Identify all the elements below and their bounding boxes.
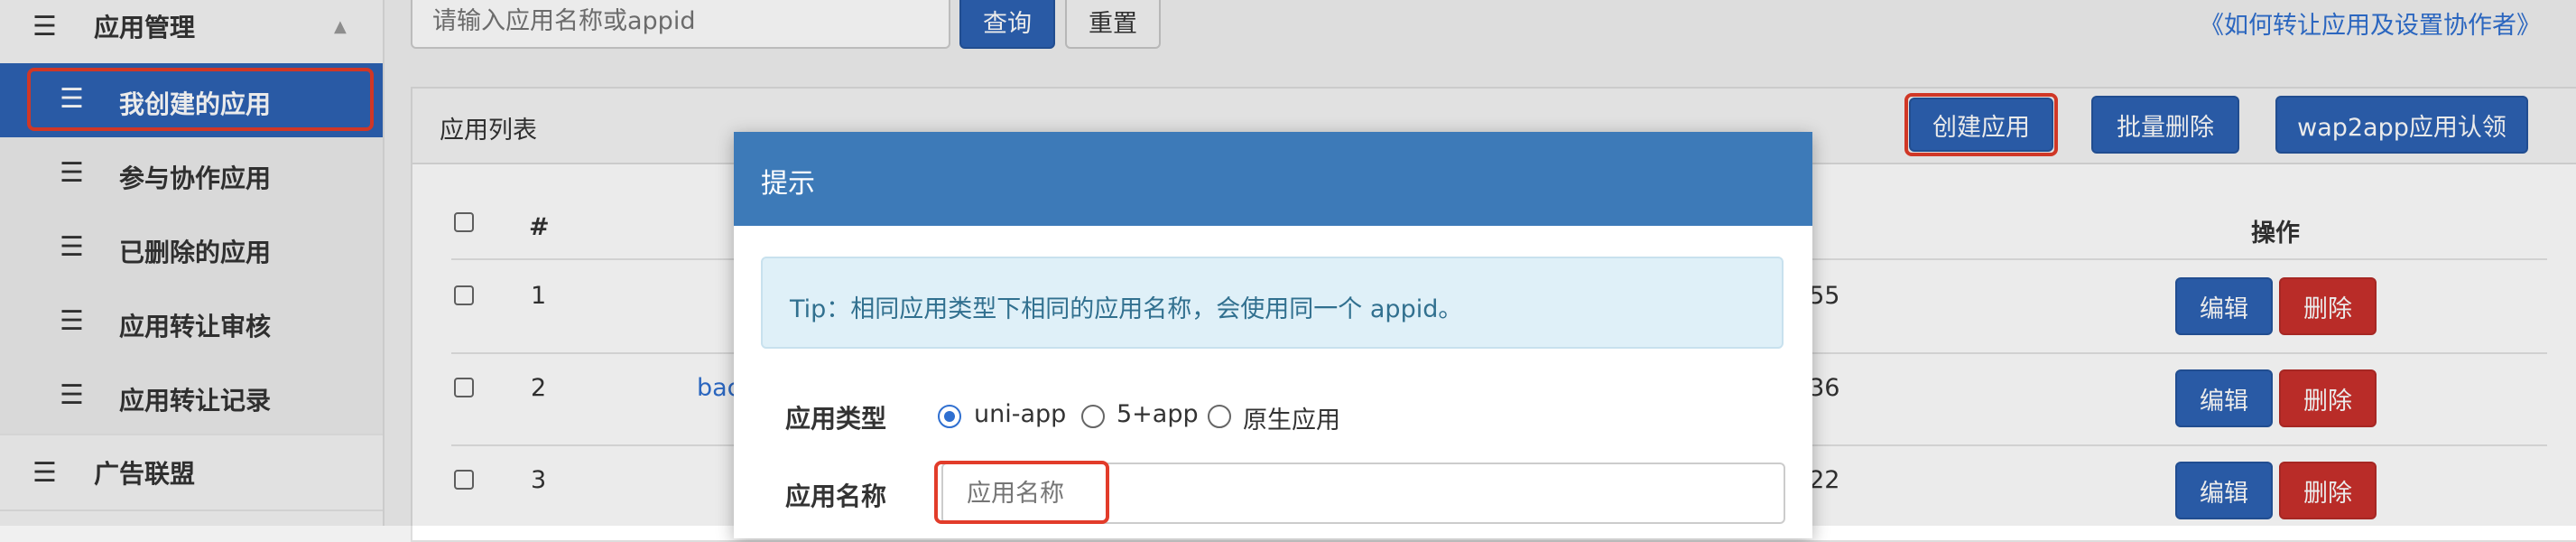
tip-alert: Tip：相同应用类型下相同的应用名称，会使用同一个 appid。 <box>761 257 1784 349</box>
modal-title: 提示 <box>761 168 815 200</box>
radio-native-app[interactable] <box>1208 405 1231 428</box>
modal-header: 提示 <box>734 132 1812 226</box>
radio-uni-app[interactable] <box>938 405 961 428</box>
highlight-box <box>934 461 1109 524</box>
radio-label: 5+app <box>1117 400 1199 428</box>
radio-label: uni-app <box>974 400 1067 428</box>
prompt-modal: 提示 Tip：相同应用类型下相同的应用名称，会使用同一个 appid。 应用类型… <box>734 132 1812 538</box>
app-type-label: 应用类型 <box>785 404 887 434</box>
app-name-label: 应用名称 <box>785 481 887 511</box>
radio-label: 原生应用 <box>1243 406 1340 435</box>
radio-5plus-app[interactable] <box>1081 405 1105 428</box>
